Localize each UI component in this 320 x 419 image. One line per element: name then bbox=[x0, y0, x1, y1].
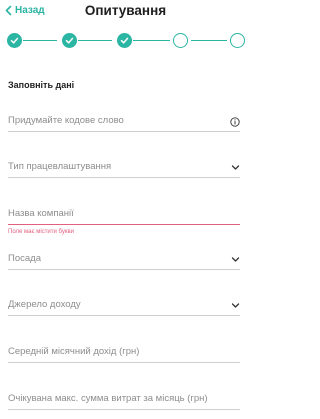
section-title: Заповніть дані bbox=[8, 80, 75, 90]
company-name-placeholder: Назва компанії bbox=[8, 208, 74, 219]
position-placeholder: Посада bbox=[8, 253, 41, 264]
check-icon bbox=[65, 37, 74, 44]
income-source-select[interactable]: Джерело доходу bbox=[8, 296, 240, 316]
info-icon[interactable] bbox=[230, 117, 240, 127]
progress-stepper bbox=[6, 33, 246, 49]
page-title: Опитування bbox=[84, 3, 167, 18]
max-expenses-input[interactable]: Очікувана макс. сумма витрат за місяць (… bbox=[8, 390, 240, 410]
company-name-error: Поле має містити букви bbox=[8, 229, 75, 235]
monthly-income-input[interactable]: Середній місячний дохід (грн) bbox=[8, 343, 240, 363]
step-3-complete bbox=[117, 33, 132, 48]
code-word-placeholder: Придумайте кодове слово bbox=[8, 115, 124, 126]
step-connector bbox=[23, 40, 57, 42]
code-word-input[interactable]: Придумайте кодове слово bbox=[8, 112, 240, 132]
step-connector bbox=[133, 40, 170, 42]
step-1-complete bbox=[7, 33, 22, 48]
step-4-pending bbox=[173, 33, 188, 48]
step-5-pending bbox=[230, 33, 245, 48]
chevron-down-icon bbox=[231, 303, 240, 308]
company-name-input[interactable]: Назва компанії bbox=[8, 205, 240, 225]
survey-screen: Назад Опитування Заповніть дані Придумай… bbox=[0, 0, 251, 419]
step-connector bbox=[78, 40, 112, 42]
check-icon bbox=[10, 37, 19, 44]
chevron-down-icon bbox=[231, 165, 240, 170]
check-icon bbox=[120, 37, 129, 44]
max-expenses-placeholder: Очікувана макс. сумма витрат за місяць (… bbox=[8, 393, 208, 404]
header: Назад Опитування bbox=[0, 0, 251, 24]
chevron-down-icon bbox=[231, 257, 240, 262]
step-connector bbox=[191, 40, 227, 42]
employment-type-placeholder: Тип працевлаштування bbox=[8, 161, 112, 172]
monthly-income-placeholder: Середній місячний дохід (грн) bbox=[8, 346, 140, 357]
step-2-complete bbox=[62, 33, 77, 48]
position-select[interactable]: Посада bbox=[8, 250, 240, 270]
income-source-placeholder: Джерело доходу bbox=[8, 299, 81, 310]
employment-type-select[interactable]: Тип працевлаштування bbox=[8, 158, 240, 178]
